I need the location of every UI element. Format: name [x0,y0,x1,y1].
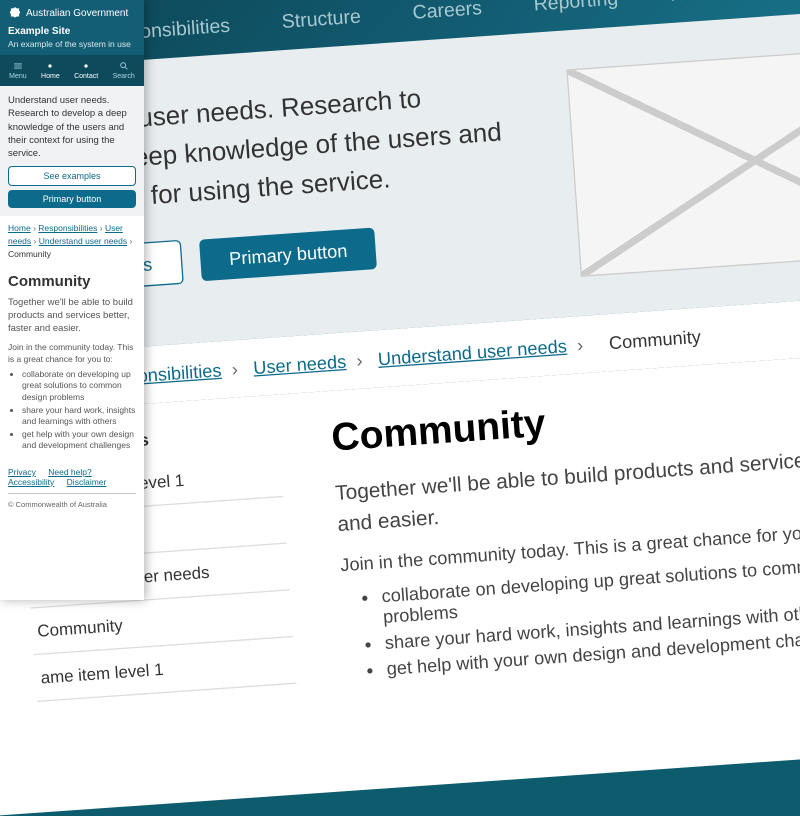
panel-page-intro: Join in the community today. This is a g… [8,342,136,366]
footer-help[interactable]: Need help? [48,467,91,477]
panel-see-examples-button[interactable]: See examples [8,166,136,186]
panel-site-subtitle: An example of the system in use [8,39,136,49]
search-icon [119,61,129,71]
hero-image-placeholder [566,44,800,277]
panel-primary-button[interactable]: Primary button [8,190,136,208]
gov-label: Australian Government [26,8,128,19]
panel-bc-resp[interactable]: Responsibilities [38,223,97,233]
footer-copyright: © Commonwealth of Australia [8,500,136,509]
tab-structure[interactable]: Structure [281,6,363,50]
tab-news[interactable]: News [669,0,720,23]
home-icon [45,61,55,71]
panel-body: Community Together we'll be able to buil… [0,267,144,459]
panel-bc-home[interactable]: Home [8,223,31,233]
panel-breadcrumb: Home › Responsibilities › User needs › U… [0,216,144,266]
breadcrumb-user-needs[interactable]: User needs [253,351,347,378]
panel-page-title: Community [8,273,136,290]
nav-menu[interactable]: Menu [9,61,27,80]
panel-footer: Privacy Need help? Accessibility Disclai… [0,459,144,517]
list-item: share your hard work, insights and learn… [22,405,136,427]
breadcrumb-current: Community [608,326,701,353]
page-title: Community [330,373,800,461]
panel-bullets: collaborate on developing up great solut… [8,369,136,450]
panel-site-title: Example Site [8,26,136,37]
list-item: get help with your own design and develo… [22,429,136,451]
dot-icon [81,61,91,71]
panel-page-lead: Together we'll be able to build products… [8,296,136,336]
panel-header: Australian Government Example Site An ex… [0,0,144,55]
coat-of-arms: Australian Government [8,6,136,20]
crest-icon [8,6,22,20]
nav-contact[interactable]: Contact [74,61,98,80]
main-content: Community Together we'll be able to buil… [330,373,800,686]
breadcrumb-understand[interactable]: Understand user needs [377,335,567,369]
tab-careers[interactable]: Careers [412,0,484,41]
panel-bc-understand[interactable]: Understand user needs [39,236,127,246]
list-item: collaborate on developing up great solut… [22,369,136,402]
footer-privacy[interactable]: Privacy [8,467,36,477]
menu-icon [13,61,23,71]
nav-search[interactable]: Search [113,61,135,80]
primary-button[interactable]: Primary button [199,228,377,282]
footer-disclaimer[interactable]: Disclaimer [67,477,107,487]
panel-bc-current: Community [8,249,51,259]
panel-hero-text: Understand user needs. Research to devel… [8,94,136,160]
footer-accessibility[interactable]: Accessibility [8,477,54,487]
panel-hero: Understand user needs. Research to devel… [0,86,144,216]
mobile-preview-panel: Australian Government Example Site An ex… [0,0,144,600]
nav-home[interactable]: Home [41,61,60,80]
panel-nav: Menu Home Contact Search [0,55,144,86]
